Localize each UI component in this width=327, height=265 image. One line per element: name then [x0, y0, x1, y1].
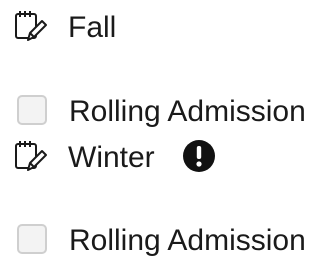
exclamation-circle-icon [183, 140, 215, 172]
rolling-admission-checkbox[interactable] [17, 95, 47, 125]
rolling-admission-label[interactable]: Rolling Admission [69, 94, 306, 130]
notepad-edit-icon [15, 11, 47, 41]
rolling-admission-checkbox[interactable] [17, 224, 47, 254]
term-label: Winter [68, 141, 155, 174]
term-label: Fall [68, 11, 117, 44]
notepad-edit-icon [15, 141, 47, 171]
rolling-admission-label[interactable]: Rolling Admission [69, 223, 306, 259]
